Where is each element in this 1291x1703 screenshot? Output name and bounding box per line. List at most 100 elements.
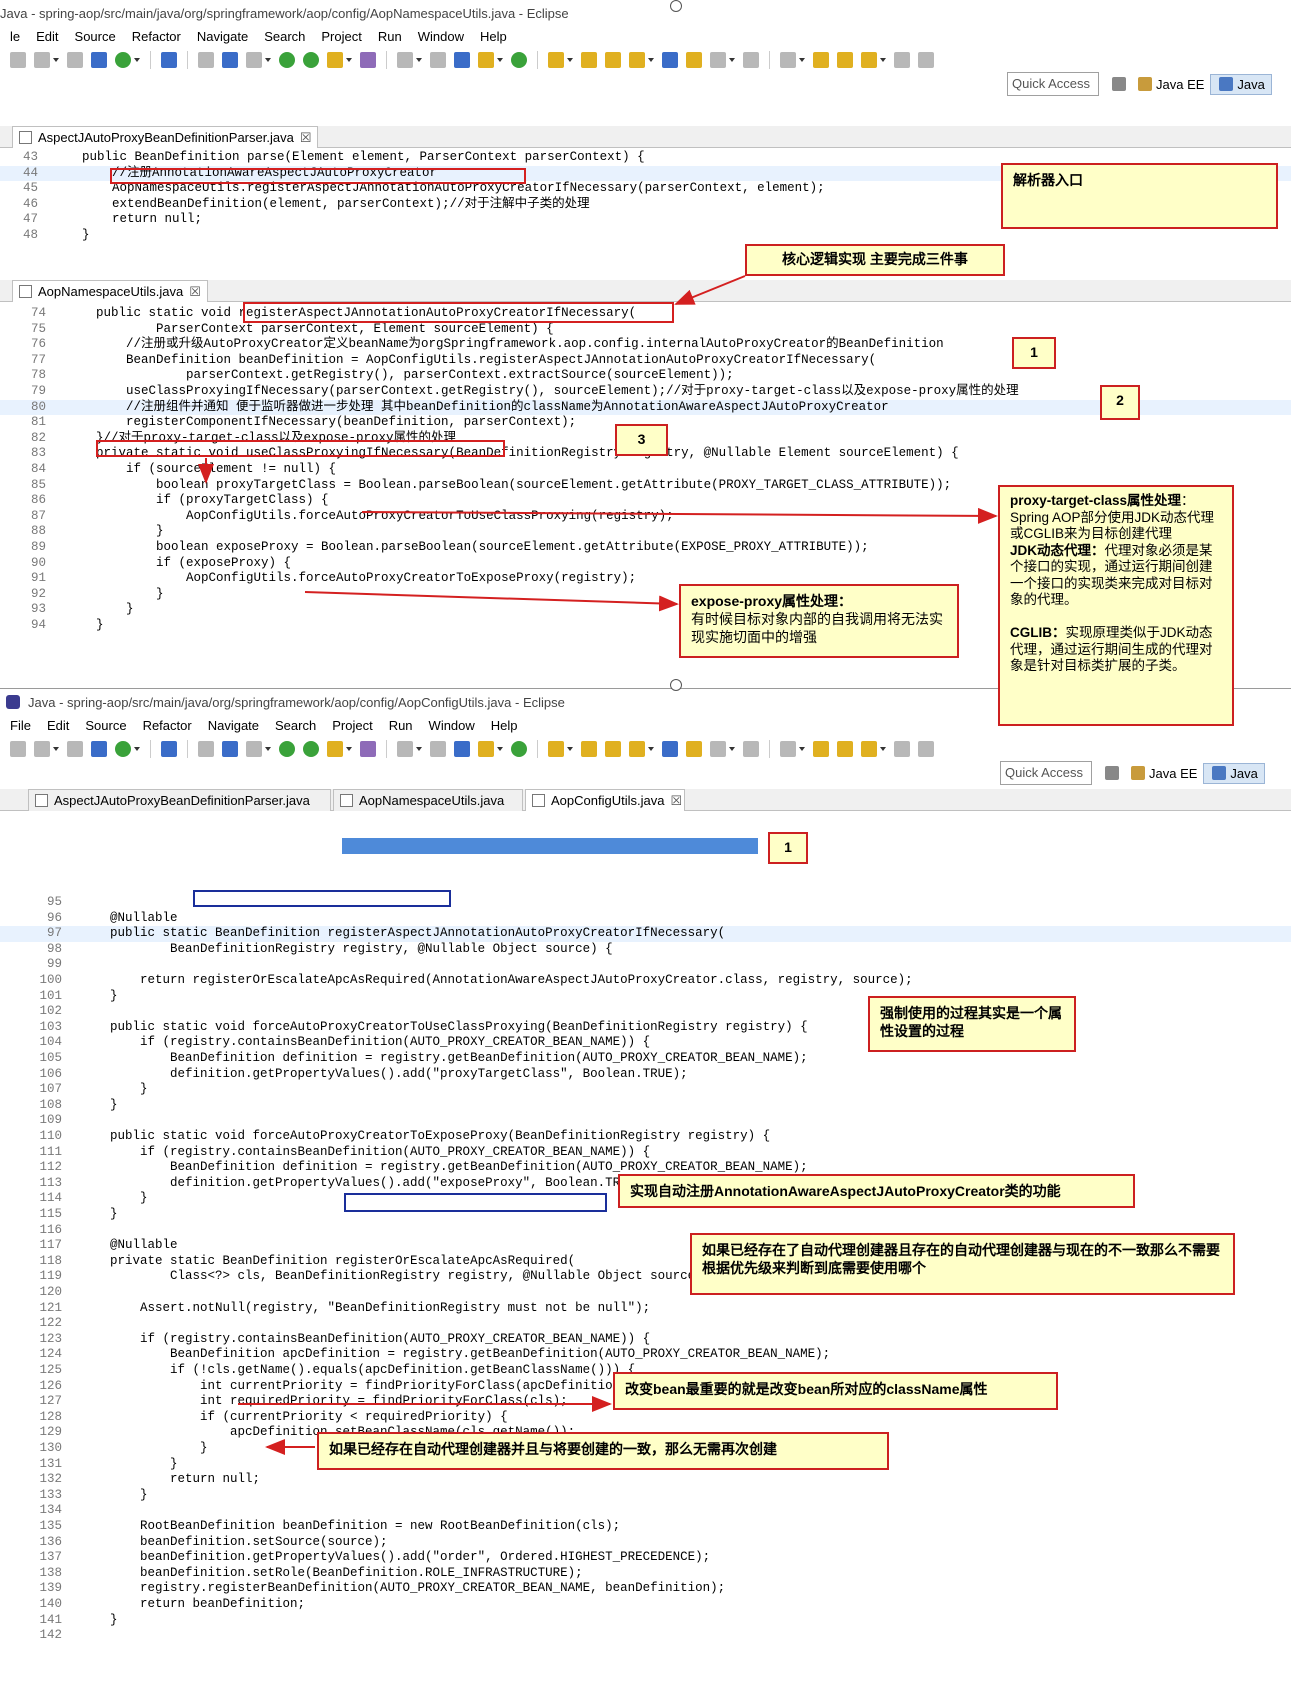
close-icon[interactable]: ☒ — [670, 793, 682, 808]
toolbar-button-icon[interactable] — [686, 741, 702, 757]
toolbar-button-icon[interactable] — [662, 52, 678, 68]
toolbar-button-icon[interactable] — [67, 741, 83, 757]
perspective-java-ee[interactable]: Java EE — [1149, 766, 1197, 781]
toolbar-button-icon[interactable] — [34, 741, 50, 757]
tab-parser[interactable]: AspectJAutoProxyBeanDefinitionParser.jav… — [12, 126, 319, 148]
menu-item[interactable]: Refactor — [143, 718, 192, 733]
dropdown-caret-icon[interactable] — [729, 747, 735, 751]
toolbar-button-icon[interactable] — [605, 741, 621, 757]
dropdown-caret-icon[interactable] — [265, 747, 271, 751]
splitter-handle[interactable] — [670, 679, 682, 691]
toolbar-button-icon[interactable] — [303, 741, 319, 757]
toolbar-button-icon[interactable] — [327, 741, 343, 757]
menu-item[interactable]: Search — [264, 29, 305, 44]
toolbar-button-icon[interactable] — [813, 741, 829, 757]
toolbar-button-icon[interactable] — [198, 52, 214, 68]
dropdown-caret-icon[interactable] — [729, 58, 735, 62]
toolbar-button-icon[interactable] — [629, 52, 645, 68]
toolbar-button-icon[interactable] — [511, 52, 527, 68]
splitter-handle[interactable] — [670, 0, 682, 12]
toolbar-button-icon[interactable] — [91, 52, 107, 68]
tab-aop-config-utils[interactable]: AopConfigUtils.java ☒ — [525, 789, 685, 811]
toolbar-button-icon[interactable] — [710, 741, 726, 757]
toolbar-button-icon[interactable] — [918, 52, 934, 68]
menu-item[interactable]: Edit — [47, 718, 69, 733]
toolbar-button-icon[interactable] — [115, 52, 131, 68]
toolbar-button-icon[interactable] — [246, 52, 262, 68]
toolbar-button-icon[interactable] — [430, 52, 446, 68]
dropdown-caret-icon[interactable] — [799, 58, 805, 62]
toolbar-button-icon[interactable] — [780, 741, 796, 757]
perspective-java[interactable]: Java — [1210, 73, 1272, 95]
toolbar-button-icon[interactable] — [662, 741, 678, 757]
menu-item[interactable]: Run — [378, 29, 402, 44]
dropdown-caret-icon[interactable] — [265, 58, 271, 62]
dropdown-caret-icon[interactable] — [416, 747, 422, 751]
dropdown-caret-icon[interactable] — [497, 747, 503, 751]
menu-item[interactable]: Navigate — [208, 718, 259, 733]
dropdown-caret-icon[interactable] — [648, 747, 654, 751]
menu-item[interactable]: Window — [429, 718, 475, 733]
toolbar-button-icon[interactable] — [478, 52, 494, 68]
toolbar-button-icon[interactable] — [327, 52, 343, 68]
toolbar-button-icon[interactable] — [454, 741, 470, 757]
toolbar-button-icon[interactable] — [222, 52, 238, 68]
toolbar-button-icon[interactable] — [837, 741, 853, 757]
dropdown-caret-icon[interactable] — [416, 58, 422, 62]
toolbar-button-icon[interactable] — [91, 741, 107, 757]
dropdown-caret-icon[interactable] — [134, 58, 140, 62]
menu-item[interactable]: Window — [418, 29, 464, 44]
toolbar-button-icon[interactable] — [454, 52, 470, 68]
toolbar-button-icon[interactable] — [10, 741, 26, 757]
menu-item[interactable]: le — [10, 29, 20, 44]
menu-item[interactable]: Project — [321, 29, 361, 44]
quick-access-input[interactable]: Quick Access — [1000, 761, 1092, 785]
toolbar-button-icon[interactable] — [279, 741, 295, 757]
dropdown-caret-icon[interactable] — [880, 58, 886, 62]
toolbar-button-icon[interactable] — [478, 741, 494, 757]
dropdown-caret-icon[interactable] — [497, 58, 503, 62]
toolbar-button-icon[interactable] — [861, 741, 877, 757]
toolbar-button-icon[interactable] — [360, 52, 376, 68]
toolbar-button-icon[interactable] — [397, 741, 413, 757]
toolbar-button-icon[interactable] — [743, 52, 759, 68]
menu-item[interactable]: Help — [480, 29, 507, 44]
toolbar-button-icon[interactable] — [837, 52, 853, 68]
toolbar-button-icon[interactable] — [430, 741, 446, 757]
toolbar-button-icon[interactable] — [894, 741, 910, 757]
quick-access-input[interactable]: Quick Access — [1007, 72, 1099, 96]
menu-item[interactable]: Source — [75, 29, 116, 44]
tab-aop-namespace-utils[interactable]: AopNamespaceUtils.java — [333, 789, 523, 811]
toolbar-button-icon[interactable] — [710, 52, 726, 68]
toolbar-button-icon[interactable] — [629, 741, 645, 757]
dropdown-caret-icon[interactable] — [567, 747, 573, 751]
menu-item[interactable]: Search — [275, 718, 316, 733]
tab-aop-namespace-utils[interactable]: AopNamespaceUtils.java ☒ — [12, 280, 208, 302]
dropdown-caret-icon[interactable] — [134, 747, 140, 751]
toolbar-button-icon[interactable] — [360, 741, 376, 757]
toolbar-button-icon[interactable] — [161, 741, 177, 757]
toolbar-button-icon[interactable] — [581, 52, 597, 68]
toolbar-button-icon[interactable] — [34, 52, 50, 68]
toolbar-button-icon[interactable] — [743, 741, 759, 757]
open-perspective-icon[interactable] — [1112, 77, 1126, 91]
toolbar-button-icon[interactable] — [861, 52, 877, 68]
perspective-java[interactable]: Java — [1203, 762, 1265, 784]
toolbar-button-icon[interactable] — [67, 52, 83, 68]
toolbar-button-icon[interactable] — [548, 52, 564, 68]
toolbar-button-icon[interactable] — [303, 52, 319, 68]
menu-item[interactable]: Project — [332, 718, 372, 733]
toolbar-button-icon[interactable] — [222, 741, 238, 757]
menu-item[interactable]: File — [10, 718, 31, 733]
menu-item[interactable]: Run — [389, 718, 413, 733]
close-icon[interactable]: ☒ — [189, 284, 201, 299]
toolbar-button-icon[interactable] — [605, 52, 621, 68]
toolbar-button-icon[interactable] — [548, 741, 564, 757]
dropdown-caret-icon[interactable] — [53, 58, 59, 62]
toolbar-button-icon[interactable] — [918, 741, 934, 757]
toolbar-button-icon[interactable] — [246, 741, 262, 757]
toolbar-button-icon[interactable] — [161, 52, 177, 68]
menu-item[interactable]: Source — [85, 718, 126, 733]
dropdown-caret-icon[interactable] — [648, 58, 654, 62]
dropdown-caret-icon[interactable] — [567, 58, 573, 62]
